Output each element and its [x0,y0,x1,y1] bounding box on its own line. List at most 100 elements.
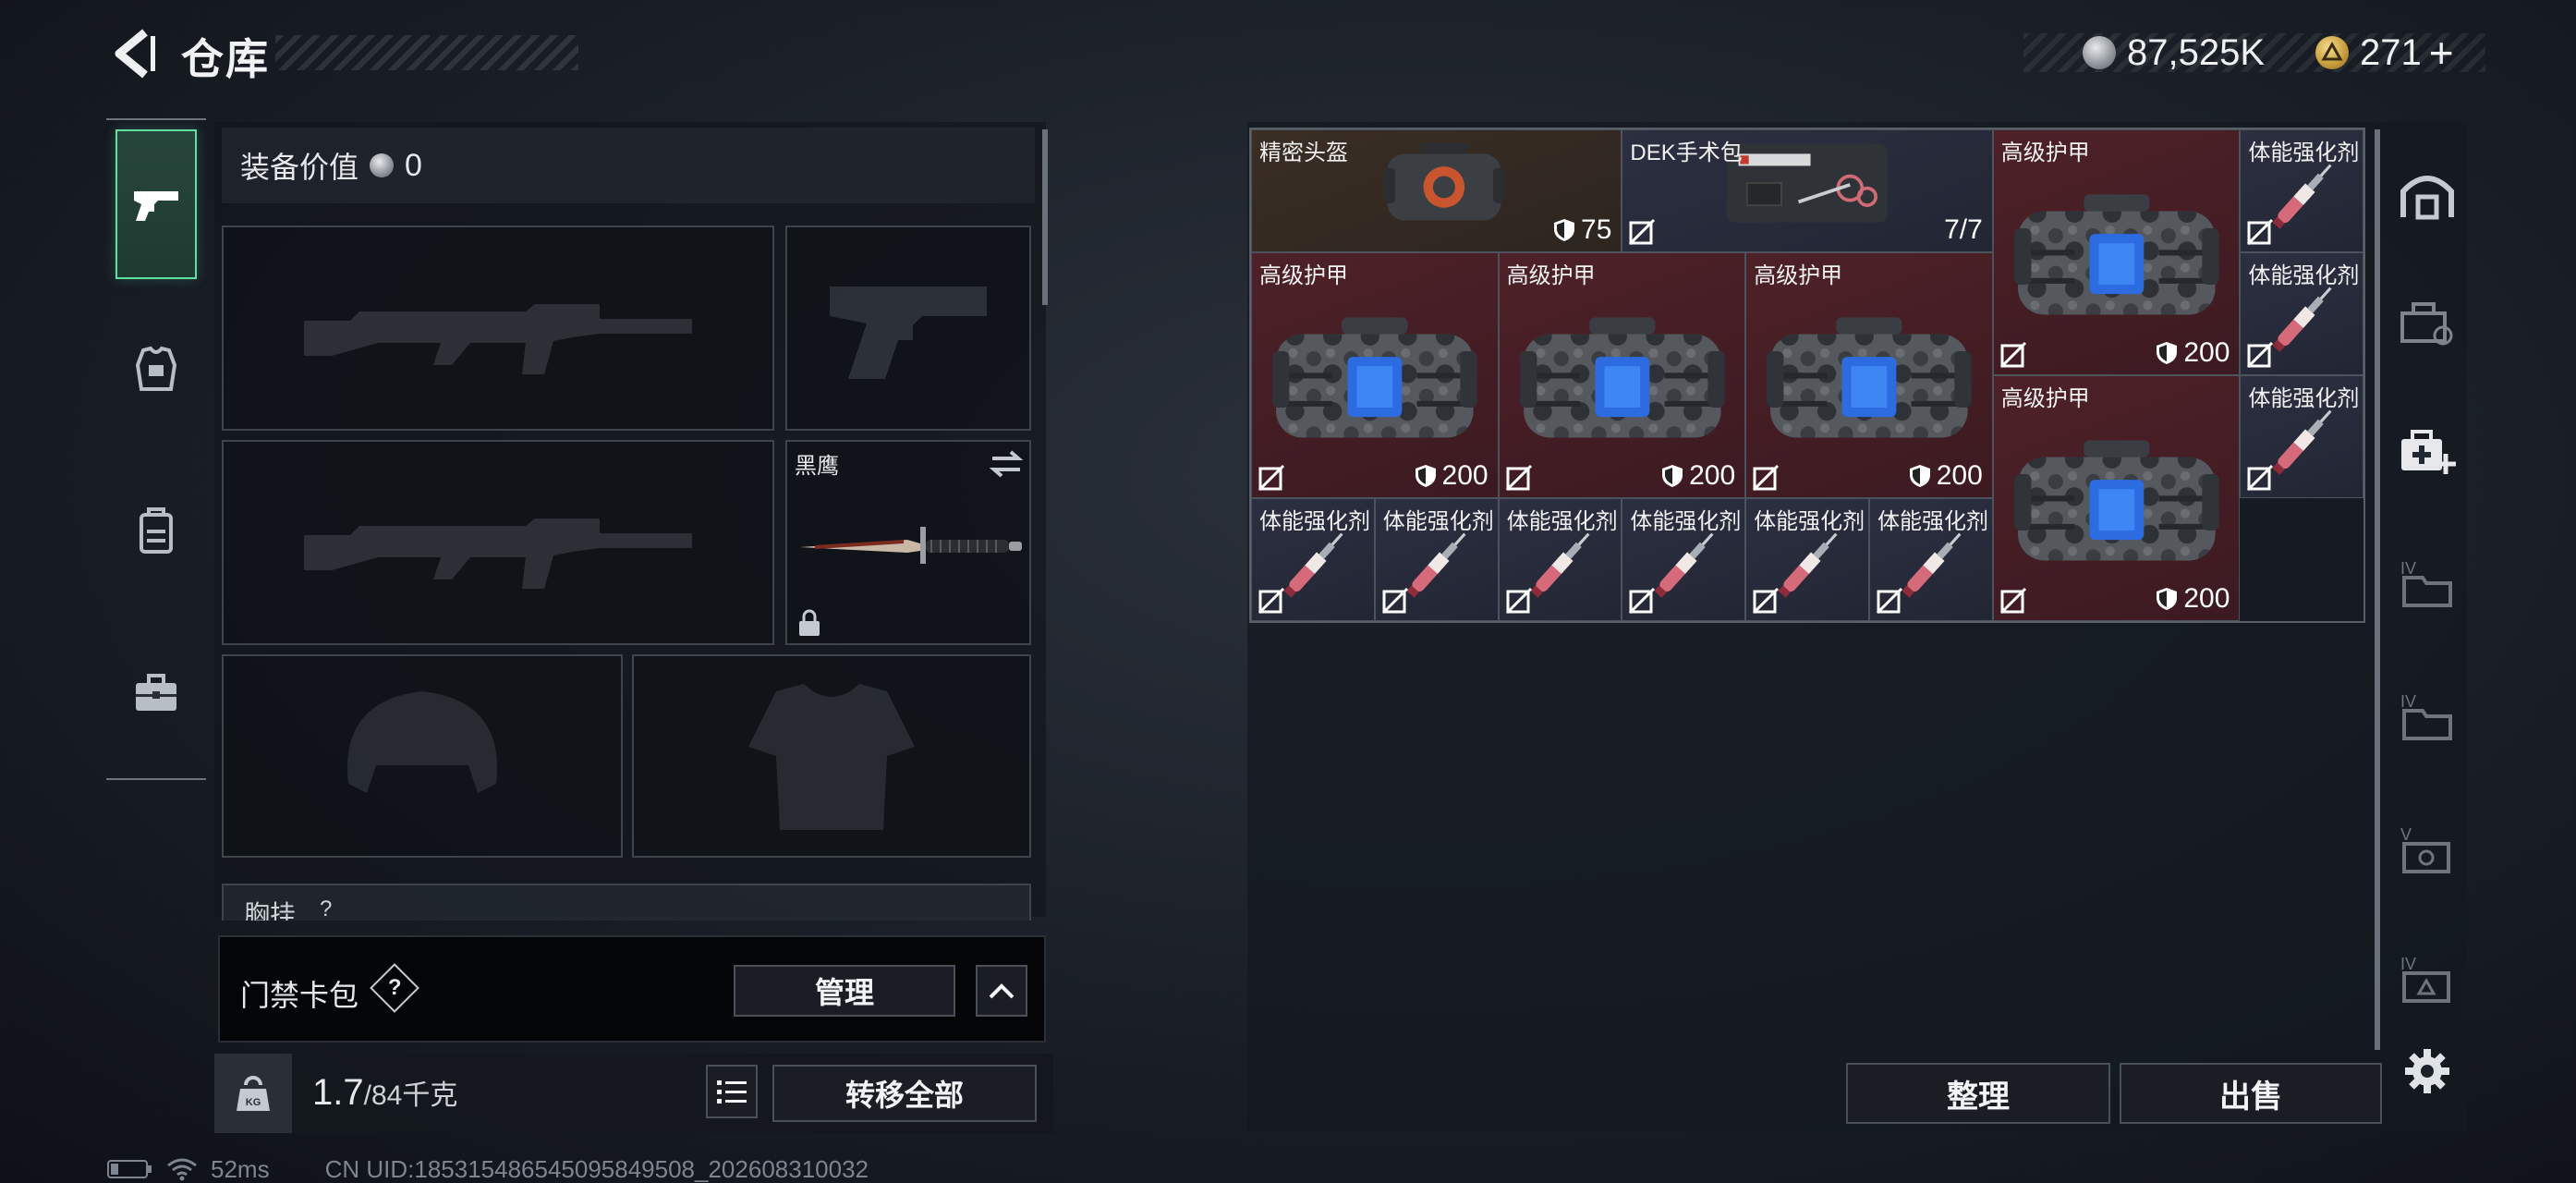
inventory-item[interactable]: 精密头盔 75 [1251,129,1622,252]
not-tradeable-icon [1876,587,1903,615]
storage-grid-cells: 精密头盔 75 DEK手术包 7/7 高级护甲 200 体能强化剂 高级护甲 200 高级护甲 20… [1251,129,2364,621]
storage-tab-6[interactable]: V [2395,817,2460,882]
chest-rig-header[interactable]: 胸挂 ? [222,884,1031,921]
storage-scrollbar[interactable] [2375,129,2380,1050]
gold-currency[interactable]: 271 + [2315,29,2454,77]
inventory-item[interactable]: 高级护甲 200 [1251,252,1499,498]
chest-rig-label: 胸挂 [244,900,297,921]
item-name: 高级护甲 [1754,263,1843,288]
chevron-up-icon [989,983,1015,999]
inventory-item[interactable]: 高级护甲 200 [1992,129,2241,375]
tab-backpack[interactable] [115,490,197,571]
svg-text:V: V [2400,825,2412,844]
tab-armor[interactable] [115,328,197,409]
item-name: 高级护甲 [2000,386,2090,411]
silver-coin-icon [370,153,395,177]
storage-tab-5[interactable]: IV [2395,684,2460,749]
list-view-button[interactable] [706,1065,758,1118]
inventory-item[interactable]: 体能强化剂 [2240,252,2364,375]
inventory-item[interactable]: 体能强化剂 [1374,498,1499,621]
keycard-label: 门禁卡包 [240,979,359,1012]
not-tradeable-badge [1628,218,1656,246]
item-durability: 75 [1553,214,1611,246]
settings-button[interactable] [2395,1039,2460,1104]
inventory-item[interactable]: 体能强化剂 [1869,498,1993,621]
inventory-item[interactable]: DEK手术包 7/7 [1622,129,1993,252]
body-armor-slot[interactable] [632,654,1031,858]
knife-icon [800,527,1022,564]
storage-tab-4[interactable]: IV [2395,551,2460,616]
loadout-scrollbar[interactable] [1042,129,1048,305]
item-image [2009,425,2225,581]
transfer-all-button[interactable]: 转移全部 [772,1065,1037,1122]
organize-button[interactable]: 整理 [1846,1063,2110,1124]
not-tradeable-icon [1999,341,2026,369]
item-name: 高级护甲 [1259,263,1348,288]
back-button[interactable] [103,26,163,81]
weight-current: 1.7 [312,1072,364,1113]
tab-case[interactable] [115,652,197,733]
armor-bag-icon [1272,317,1477,438]
item-name: 体能强化剂 [1877,509,1988,534]
inventory-item[interactable]: 体能强化剂 [1745,498,1869,621]
not-tradeable-icon [1258,587,1285,615]
durability-shield-icon [1415,465,1436,487]
item-image [1267,302,1483,458]
inventory-item[interactable]: 高级护甲 200 [1498,252,1746,498]
weapon-case-icon [2400,302,2453,346]
inventory-item[interactable]: 高级护甲 200 [1745,252,1993,498]
item-name: 体能强化剂 [1259,509,1370,534]
case-tier-icon: V [2400,825,2450,873]
item-name: DEK手术包 [1630,140,1743,165]
gold-amount: 271 [2360,31,2422,73]
not-tradeable-badge [1999,587,2027,615]
page-title: 仓库 [181,35,270,83]
silver-currency[interactable]: 87,525K [2083,32,2265,73]
not-tradeable-icon [1505,464,1532,492]
sell-button[interactable]: 出售 [2120,1063,2382,1124]
not-tradeable-icon [1629,218,1656,246]
inventory-item[interactable]: 体能强化剂 [1622,498,1746,621]
equip-value-label: 装备价值 [240,151,359,184]
storage-tab-7[interactable]: IV [2395,946,2460,1011]
item-name: 体能强化剂 [1506,509,1618,534]
armor-bag-icon [1767,317,1972,438]
not-tradeable-badge [1505,587,1533,615]
item-name: 体能强化剂 [1754,509,1865,534]
sidearm-slot[interactable] [785,226,1031,431]
gold-add-button[interactable]: + [2429,28,2454,78]
inventory-item[interactable]: 高级护甲 200 [1992,375,2241,621]
uid-text: CN UID:18531548654509584​9508_2026083100… [324,1154,869,1183]
tab-weapons[interactable] [115,129,197,279]
not-tradeable-badge [2246,218,2274,246]
keycard-help-button[interactable]: ? [370,963,419,1013]
not-tradeable-icon [1753,464,1780,492]
swap-icon[interactable] [989,449,1024,479]
inventory-item[interactable]: 体能强化剂 [2240,375,2364,498]
storage-tab-2[interactable] [2395,290,2460,355]
not-tradeable-badge [1752,587,1780,615]
inventory-item[interactable]: 体能强化剂 [1251,498,1375,621]
storage-tab-main[interactable] [2395,163,2460,227]
item-name: 体能强化剂 [2248,140,2360,165]
helmet-slot[interactable] [222,654,623,858]
not-tradeable-badge [1876,587,1903,615]
primary-weapon-slot[interactable] [222,226,774,431]
expand-button[interactable] [976,965,1027,1017]
storage-tab-medical[interactable] [2395,420,2460,484]
manage-button[interactable]: 管理 [734,965,955,1017]
inventory-item[interactable]: 体能强化剂 [1498,498,1622,621]
weight-max: /84千克 [363,1080,458,1111]
inventory-item[interactable]: 体能强化剂 [2240,129,2364,252]
weight-icon-box: KG [214,1054,292,1133]
chest-rig-help[interactable]: ? [320,896,332,921]
not-tradeable-icon [1753,587,1780,615]
secondary-weapon-slot[interactable] [222,440,774,645]
item-durability: 200 [2156,583,2230,615]
melee-slot[interactable]: 黑鹰 [785,440,1031,645]
status-bar: 52ms CN UID:18531548654509584​9508_20260… [107,1155,869,1183]
backpack-icon [140,507,173,554]
item-durability: 200 [1415,460,1488,492]
item-name: 精密头盔 [1259,140,1348,165]
not-tradeable-icon [1999,587,2026,615]
